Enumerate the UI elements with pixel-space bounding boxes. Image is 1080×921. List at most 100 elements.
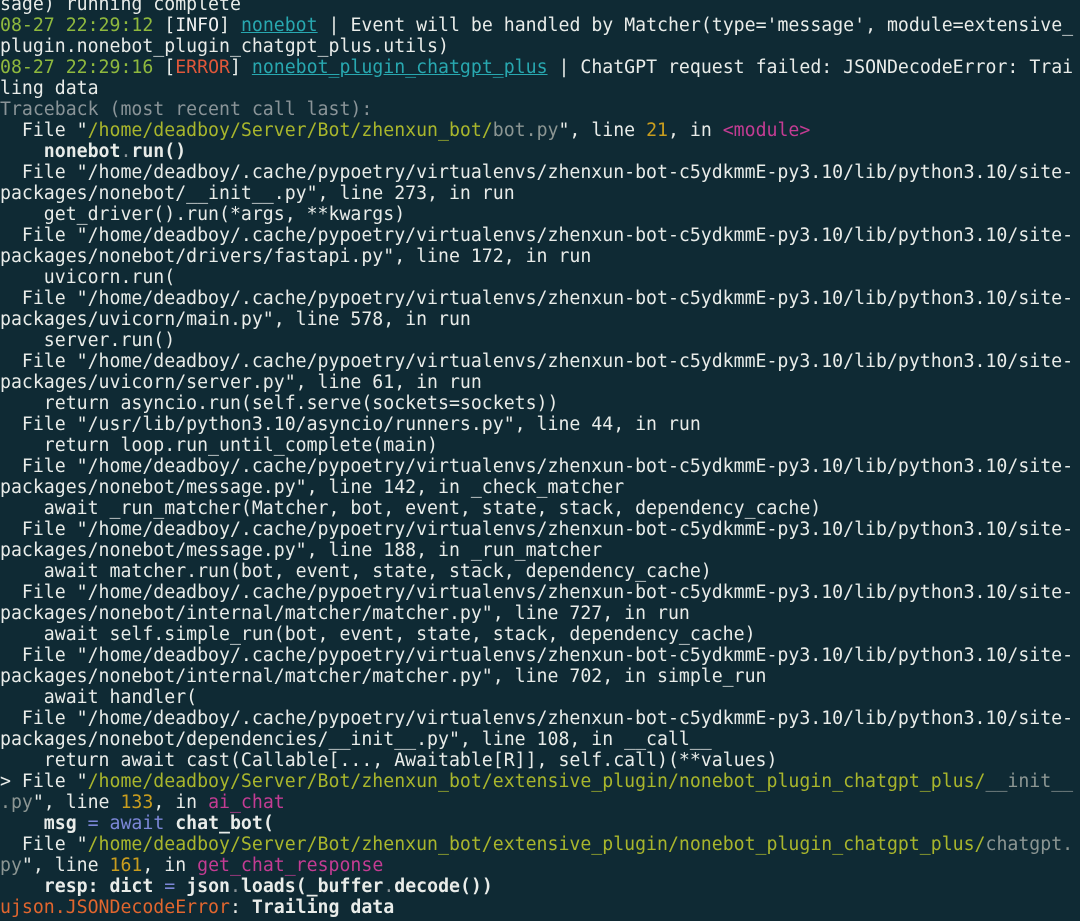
terminal-line: return await cast(Callable[..., Awaitabl… — [0, 750, 1080, 771]
line-segment: , in — [142, 855, 198, 876]
terminal-line: py", line 161, in get_chat_response — [0, 855, 1080, 876]
line-segment: 08-27 22:29:12 — [0, 15, 154, 36]
terminal-line: uvicorn.run( — [0, 267, 1080, 288]
line-segment: server.run() — [0, 330, 176, 351]
terminal-line: packages/nonebot/drivers/fastapi.py", li… — [0, 246, 1080, 267]
line-segment: return await cast(Callable[..., Awaitabl… — [0, 750, 778, 771]
line-segment: . — [230, 876, 241, 897]
line-segment: File "/home/deadboy/.cache/pypoetry/virt… — [0, 582, 1074, 603]
line-segment: decode()) — [394, 876, 493, 897]
line-segment: 161 — [109, 855, 143, 876]
line-segment: 21 — [646, 120, 668, 141]
line-segment: await handler( — [0, 687, 198, 708]
terminal-line: File "/home/deadboy/Server/Bot/zhenxun_b… — [0, 834, 1080, 855]
line-segment: dict — [109, 876, 154, 897]
line-segment: INFO — [175, 15, 220, 36]
line-segment — [153, 876, 164, 897]
terminal-line: File "/home/deadboy/.cache/pypoetry/virt… — [0, 351, 1080, 372]
line-segment: await — [109, 813, 165, 834]
terminal-line: packages/nonebot/internal/matcher/matche… — [0, 603, 1080, 624]
line-segment: packages/nonebot/internal/matcher/matche… — [0, 666, 767, 687]
line-segment: ERROR — [175, 57, 230, 78]
line-segment: nonebot — [0, 141, 121, 162]
terminal-line: return loop.run_until_complete(main) — [0, 435, 1080, 456]
line-segment: | ChatGPT request failed: JSONDecodeErro… — [547, 57, 1074, 78]
terminal-line: ling data — [0, 78, 1080, 99]
line-segment — [175, 876, 186, 897]
line-segment: . — [383, 876, 395, 897]
terminal-line: packages/uvicorn/main.py", line 578, in … — [0, 309, 1080, 330]
line-segment: File "/home/deadboy/.cache/pypoetry/virt… — [0, 225, 1074, 246]
line-segment: packages/uvicorn/server.py", line 61, in… — [0, 372, 482, 393]
line-segment: await _run_matcher(Matcher, bot, event, … — [0, 498, 822, 519]
terminal-line: > File "/home/deadboy/Server/Bot/zhenxun… — [0, 771, 1080, 792]
line-segment: File "/home/deadboy/.cache/pypoetry/virt… — [0, 456, 1074, 477]
line-segment: return asyncio.run(self.serve(sockets=so… — [0, 393, 559, 414]
terminal-line: resp: dict = json.loads(_buffer.decode()… — [0, 876, 1080, 897]
line-segment: ai_chat — [208, 792, 285, 813]
line-segment: 08-27 22:29:16 — [0, 57, 154, 78]
line-segment: : — [229, 897, 252, 918]
terminal-line: packages/nonebot/message.py", line 142, … — [0, 477, 1080, 498]
terminal-line: .py", line 133, in ai_chat — [0, 792, 1080, 813]
line-segment: chatgpt. — [985, 834, 1074, 855]
line-segment: . — [120, 141, 132, 162]
line-segment: ] — [229, 57, 252, 78]
terminal-line: packages/nonebot/internal/matcher/matche… — [0, 666, 1080, 687]
terminal-line: packages/uvicorn/server.py", line 61, in… — [0, 372, 1080, 393]
terminal-line: packages/nonebot/__init__.py", line 273,… — [0, 183, 1080, 204]
line-segment: .py — [0, 792, 33, 813]
line-segment: await self.simple_run(bot, event, state,… — [0, 624, 756, 645]
terminal-line: plugin.nonebot_plugin_chatgpt_plus.utils… — [0, 36, 1080, 57]
terminal-line: File "/home/deadboy/.cache/pypoetry/virt… — [0, 288, 1080, 309]
terminal-line: await _run_matcher(Matcher, bot, event, … — [0, 498, 1080, 519]
line-segment: : — [87, 876, 110, 897]
line-segment: [ — [153, 57, 176, 78]
line-segment: packages/nonebot/__init__.py", line 273,… — [0, 183, 515, 204]
line-segment: packages/nonebot/internal/matcher/matche… — [0, 603, 690, 624]
line-segment: File "/home/deadboy/.cache/pypoetry/virt… — [0, 162, 1074, 183]
line-segment: = — [87, 813, 99, 834]
terminal-line: msg = await chat_bot( — [0, 813, 1080, 834]
terminal-line: File "/home/deadboy/.cache/pypoetry/virt… — [0, 162, 1080, 183]
line-segment: /home/deadboy/Server/Bot/zhenxun_bot/ — [87, 120, 493, 141]
line-segment: return loop.run_until_complete(main) — [0, 435, 438, 456]
line-segment: sage) running complete — [0, 0, 241, 15]
terminal-line: File "/usr/lib/python3.10/asyncio/runner… — [0, 414, 1080, 435]
line-segment: plugin.nonebot_plugin_chatgpt_plus.utils… — [0, 36, 449, 57]
line-segment: json — [186, 876, 230, 897]
line-segment: get_driver().run(*args, **kwargs) — [0, 204, 406, 225]
terminal-line: await matcher.run(bot, event, state, sta… — [0, 561, 1080, 582]
line-segment: File "/home/deadboy/.cache/pypoetry/virt… — [0, 708, 1074, 729]
terminal-line: File "/home/deadboy/.cache/pypoetry/virt… — [0, 519, 1080, 540]
terminal-line: return asyncio.run(self.serve(sockets=so… — [0, 393, 1080, 414]
line-segment: File " — [0, 120, 88, 141]
line-segment: packages/nonebot/drivers/fastapi.py", li… — [0, 246, 592, 267]
terminal-line: File "/home/deadboy/.cache/pypoetry/virt… — [0, 645, 1080, 666]
line-segment: , in — [153, 792, 209, 813]
line-segment: nonebot — [240, 15, 318, 36]
terminal-line: File "/home/deadboy/Server/Bot/zhenxun_b… — [0, 120, 1080, 141]
line-segment: Trailing data — [251, 897, 395, 918]
line-segment: packages/uvicorn/main.py", line 578, in … — [0, 309, 471, 330]
terminal-line: File "/home/deadboy/.cache/pypoetry/virt… — [0, 708, 1080, 729]
line-segment: ", line — [21, 855, 110, 876]
line-segment: packages/nonebot/dependencies/__init__.p… — [0, 729, 712, 750]
terminal-line: nonebot.run() — [0, 141, 1080, 162]
terminal-line: ujson.JSONDecodeError: Trailing data — [0, 897, 1080, 918]
line-segment: ] — [219, 15, 241, 36]
terminal-line: await handler( — [0, 687, 1080, 708]
line-segment: File "/home/deadboy/.cache/pypoetry/virt… — [0, 519, 1074, 540]
terminal-line: get_driver().run(*args, **kwargs) — [0, 204, 1080, 225]
terminal-line: packages/nonebot/dependencies/__init__.p… — [0, 729, 1080, 750]
terminal-line: 08-27 22:29:16 [ERROR] nonebot_plugin_ch… — [0, 57, 1080, 78]
line-segment: chat_bot( — [164, 813, 274, 834]
line-segment: Traceback (most recent call last): — [0, 99, 373, 120]
line-segment: ujson.JSONDecodeError — [0, 897, 230, 918]
line-segment: get_chat_response — [197, 855, 384, 876]
line-segment: [ — [153, 15, 176, 36]
line-segment: File "/home/deadboy/.cache/pypoetry/virt… — [0, 351, 1074, 372]
terminal-line: server.run() — [0, 330, 1080, 351]
terminal-line: sage) running complete — [0, 0, 1080, 15]
line-segment: /home/deadboy/Server/Bot/zhenxun_bot/ext… — [87, 771, 986, 792]
